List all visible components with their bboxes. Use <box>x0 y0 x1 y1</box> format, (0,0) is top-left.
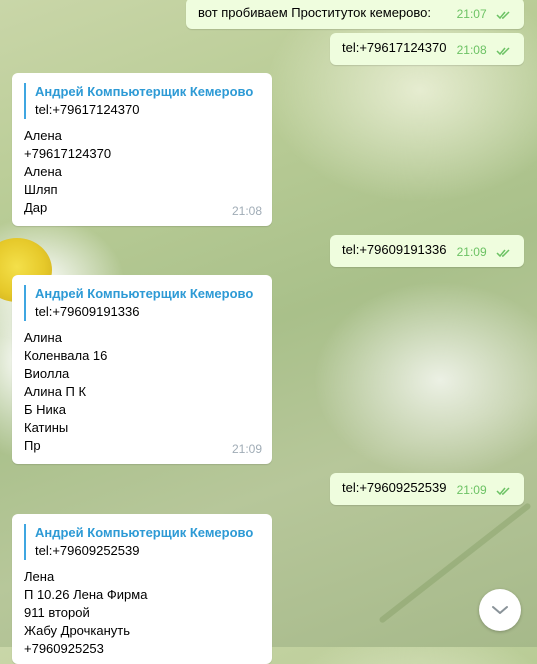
message-line: Катины <box>24 420 69 435</box>
message-time: 21:08 <box>231 204 262 218</box>
message-line: Коленвала 16 <box>24 348 108 363</box>
message-line: Дар <box>24 200 48 215</box>
message-line: П 10.26 Лена Фирма <box>24 587 148 602</box>
message-line: Шляп <box>24 182 58 197</box>
outgoing-message[interactable]: вот пробиваем Проституток кемерово: 21:0… <box>186 0 524 29</box>
incoming-forwarded-message[interactable]: Андрей Компьютерщик Кемерово tel:+796091… <box>12 275 272 464</box>
message-line: Алена <box>24 128 62 143</box>
forward-sender-name[interactable]: Андрей Компьютерщик Кемерово <box>35 285 260 303</box>
message-body: Лена П 10.26 Лена Фирма 911 второй Жабу … <box>24 568 260 658</box>
message-meta: 21:07 <box>457 5 512 23</box>
message-text: tel:+79617124370 <box>342 40 447 55</box>
message-time: 21:09 <box>231 442 262 456</box>
message-line: Жабу Дрочкануть <box>24 623 131 638</box>
message-line: Виолла <box>24 366 70 381</box>
message-line: Лена <box>24 569 55 584</box>
message-line: Алена <box>24 164 62 179</box>
message-meta: 21:09 <box>457 243 512 261</box>
message-line: +7960925253 <box>24 641 104 656</box>
message-body: Алена +79617124370 Алена Шляп Дар <box>24 127 260 217</box>
message-time: 21:09 <box>456 245 487 259</box>
double-check-icon <box>496 47 510 55</box>
double-check-icon <box>496 11 510 19</box>
message-text: tel:+79609191336 <box>342 242 447 257</box>
forward-link[interactable]: tel:+79617124370 <box>35 101 260 119</box>
double-check-icon <box>496 249 510 257</box>
message-line: Алина <box>24 330 62 345</box>
forward-header: Андрей Компьютерщик Кемерово tel:+796092… <box>24 524 260 560</box>
incoming-forwarded-message[interactable]: Андрей Компьютерщик Кемерово tel:+796171… <box>12 73 272 226</box>
message-text: вот пробиваем Проституток кемерово: <box>198 5 431 20</box>
message-time: 21:08 <box>456 43 487 57</box>
incoming-forwarded-message[interactable]: Андрей Компьютерщик Кемерово tel:+796092… <box>12 514 272 664</box>
outgoing-message[interactable]: tel:+79609191336 21:09 <box>330 235 524 267</box>
scroll-to-bottom-button[interactable] <box>479 589 521 631</box>
message-time: 21:07 <box>456 7 487 21</box>
forward-header: Андрей Компьютерщик Кемерово tel:+796171… <box>24 83 260 119</box>
double-check-icon <box>496 487 510 495</box>
forward-link[interactable]: tel:+79609252539 <box>35 542 260 560</box>
outgoing-message[interactable]: tel:+79617124370 21:08 <box>330 33 524 65</box>
message-line: 911 второй <box>24 605 90 620</box>
forward-link[interactable]: tel:+79609191336 <box>35 303 260 321</box>
forward-header: Андрей Компьютерщик Кемерово tel:+796091… <box>24 285 260 321</box>
message-body: Алина Коленвала 16 Виолла Алина П К Б Ни… <box>24 329 260 455</box>
message-meta: 21:08 <box>457 41 512 59</box>
message-line: +79617124370 <box>24 146 112 161</box>
outgoing-message[interactable]: tel:+79609252539 21:09 <box>330 473 524 505</box>
message-line: Алина П К <box>24 384 87 399</box>
message-line: Пр <box>24 438 41 453</box>
forward-sender-name[interactable]: Андрей Компьютерщик Кемерово <box>35 83 260 101</box>
chevron-down-icon <box>492 606 508 614</box>
message-line: Б Ника <box>24 402 66 417</box>
message-time: 21:09 <box>456 483 487 497</box>
message-text: tel:+79609252539 <box>342 480 447 495</box>
message-meta: 21:09 <box>457 481 512 499</box>
forward-sender-name[interactable]: Андрей Компьютерщик Кемерово <box>35 524 260 542</box>
